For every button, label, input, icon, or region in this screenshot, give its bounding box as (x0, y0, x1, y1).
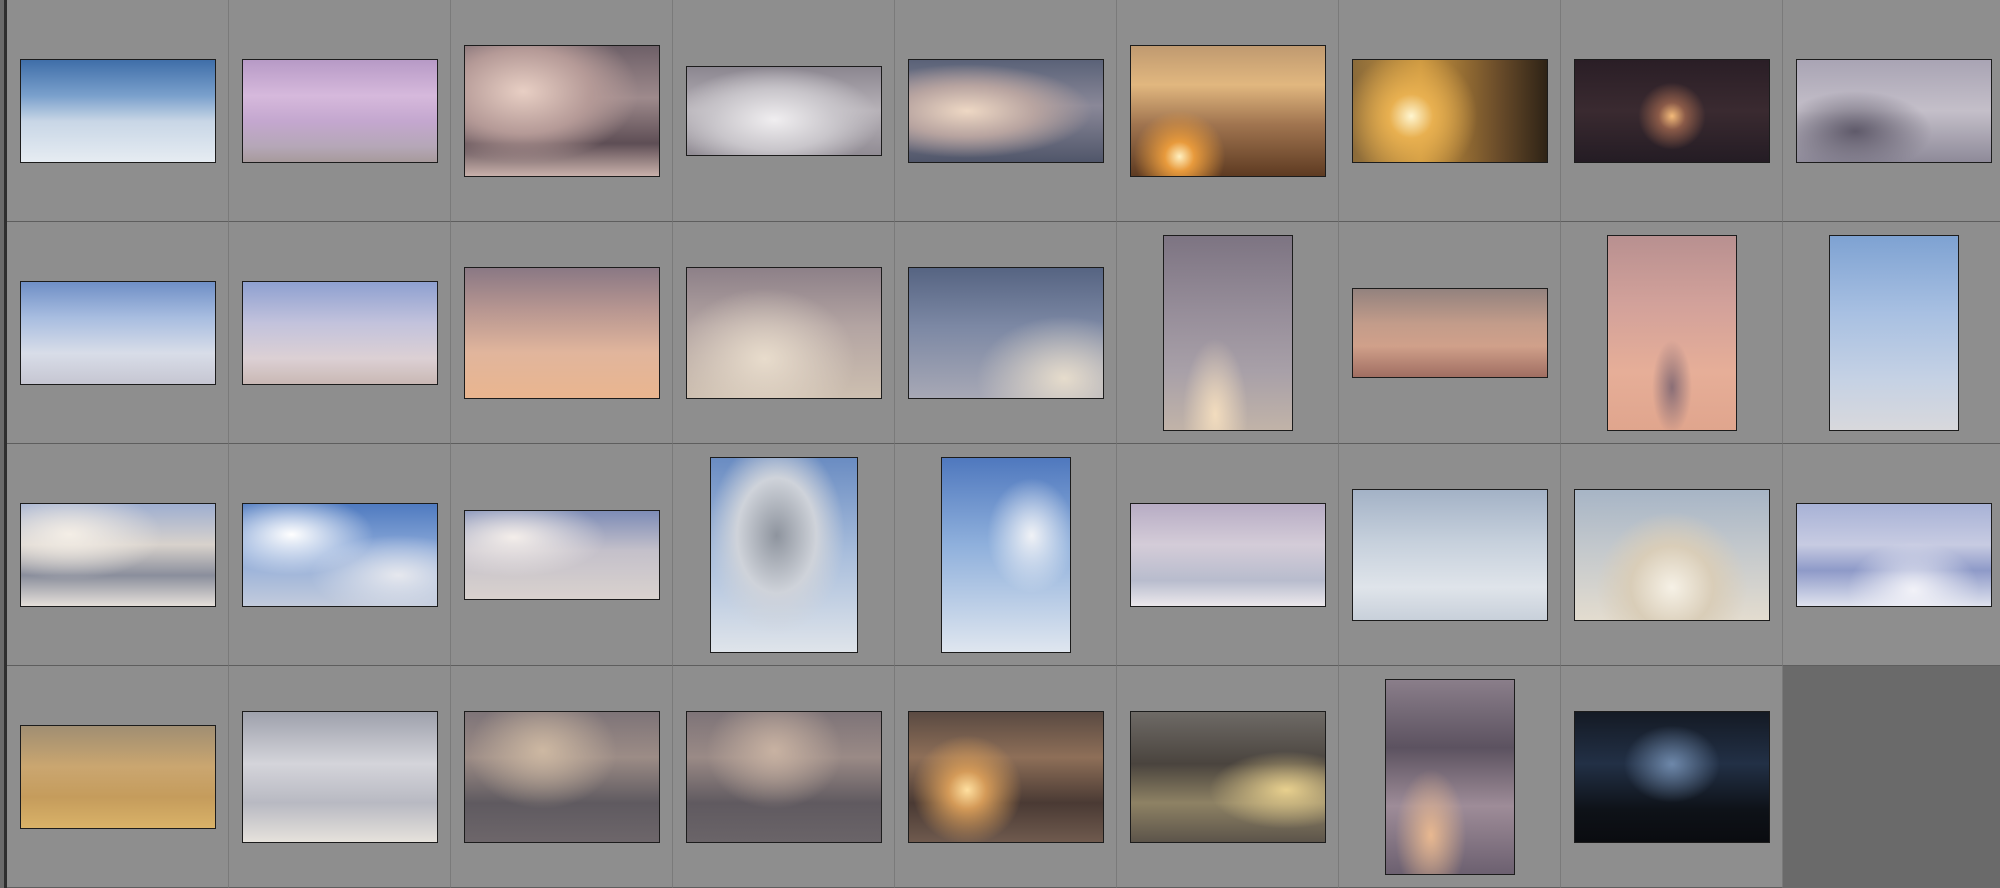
sky-photo-thumbnail[interactable] (1352, 288, 1548, 378)
sky-photo-thumbnail[interactable] (1574, 489, 1770, 621)
sky-photo-thumbnail[interactable] (1352, 59, 1548, 163)
grid-cell[interactable] (451, 222, 673, 444)
grid-cell[interactable] (1561, 666, 1783, 888)
grid-cell[interactable] (7, 222, 229, 444)
grid-cell[interactable] (673, 666, 895, 888)
sky-photo-thumbnail[interactable] (1574, 711, 1770, 843)
sky-photo-thumbnail[interactable] (1607, 235, 1737, 431)
grid-cell[interactable] (229, 0, 451, 222)
sky-photo-thumbnail[interactable] (908, 267, 1104, 399)
grid-cell[interactable] (1339, 444, 1561, 666)
grid-cell[interactable] (673, 444, 895, 666)
sky-photo-thumbnail[interactable] (20, 725, 216, 829)
grid-cell[interactable] (1561, 444, 1783, 666)
grid-cell[interactable] (1117, 222, 1339, 444)
sky-photo-thumbnail[interactable] (1796, 503, 1992, 607)
sky-photo-thumbnail[interactable] (908, 711, 1104, 843)
sky-photo-thumbnail[interactable] (464, 267, 660, 399)
sky-photo-thumbnail[interactable] (242, 711, 438, 843)
grid-cell[interactable] (1561, 222, 1783, 444)
grid-cell[interactable] (1339, 0, 1561, 222)
sky-photo-thumbnail[interactable] (464, 711, 660, 843)
grid-cell[interactable] (1339, 666, 1561, 888)
grid-cell[interactable] (673, 0, 895, 222)
grid-cell[interactable] (1117, 0, 1339, 222)
grid-cell[interactable] (7, 666, 229, 888)
grid-cell[interactable] (451, 0, 673, 222)
grid-cell[interactable] (1117, 666, 1339, 888)
sky-photo-thumbnail[interactable] (1130, 45, 1326, 177)
sky-photo-thumbnail[interactable] (1163, 235, 1293, 431)
empty-grid-cell (1783, 666, 2000, 888)
sky-photo-thumbnail[interactable] (686, 66, 882, 156)
sky-photo-thumbnail[interactable] (1385, 679, 1515, 875)
thumbnail-grid (4, 0, 2000, 888)
grid-cell[interactable] (895, 444, 1117, 666)
grid-cell[interactable] (1783, 444, 2000, 666)
sky-photo-thumbnail[interactable] (242, 503, 438, 607)
grid-cell[interactable] (1783, 222, 2000, 444)
sky-photo-thumbnail[interactable] (710, 457, 858, 653)
grid-cell[interactable] (895, 666, 1117, 888)
sky-photo-thumbnail[interactable] (242, 59, 438, 163)
sky-photo-thumbnail[interactable] (464, 510, 660, 600)
sky-photo-thumbnail[interactable] (941, 457, 1071, 653)
sky-photo-thumbnail[interactable] (686, 267, 882, 399)
sky-photo-thumbnail[interactable] (464, 45, 660, 177)
sky-photo-thumbnail[interactable] (20, 503, 216, 607)
sky-photo-thumbnail[interactable] (1130, 711, 1326, 843)
sky-photo-thumbnail[interactable] (1574, 59, 1770, 163)
grid-cell[interactable] (895, 0, 1117, 222)
grid-cell[interactable] (673, 222, 895, 444)
grid-cell[interactable] (451, 444, 673, 666)
grid-cell[interactable] (229, 666, 451, 888)
grid-cell[interactable] (895, 222, 1117, 444)
grid-cell[interactable] (1117, 444, 1339, 666)
sky-photo-thumbnail[interactable] (908, 59, 1104, 163)
grid-cell[interactable] (451, 666, 673, 888)
sky-photo-thumbnail[interactable] (1130, 503, 1326, 607)
sky-photo-thumbnail[interactable] (1352, 489, 1548, 621)
sky-photo-thumbnail[interactable] (1796, 59, 1992, 163)
sky-photo-thumbnail[interactable] (242, 281, 438, 385)
grid-cell[interactable] (1339, 222, 1561, 444)
sky-photo-thumbnail[interactable] (20, 59, 216, 163)
grid-cell[interactable] (1783, 0, 2000, 222)
grid-cell[interactable] (7, 0, 229, 222)
grid-cell[interactable] (1561, 0, 1783, 222)
grid-cell[interactable] (229, 444, 451, 666)
grid-cell[interactable] (7, 444, 229, 666)
sky-photo-thumbnail[interactable] (686, 711, 882, 843)
sky-photo-thumbnail[interactable] (20, 281, 216, 385)
sky-photo-thumbnail[interactable] (1829, 235, 1959, 431)
grid-cell[interactable] (229, 222, 451, 444)
